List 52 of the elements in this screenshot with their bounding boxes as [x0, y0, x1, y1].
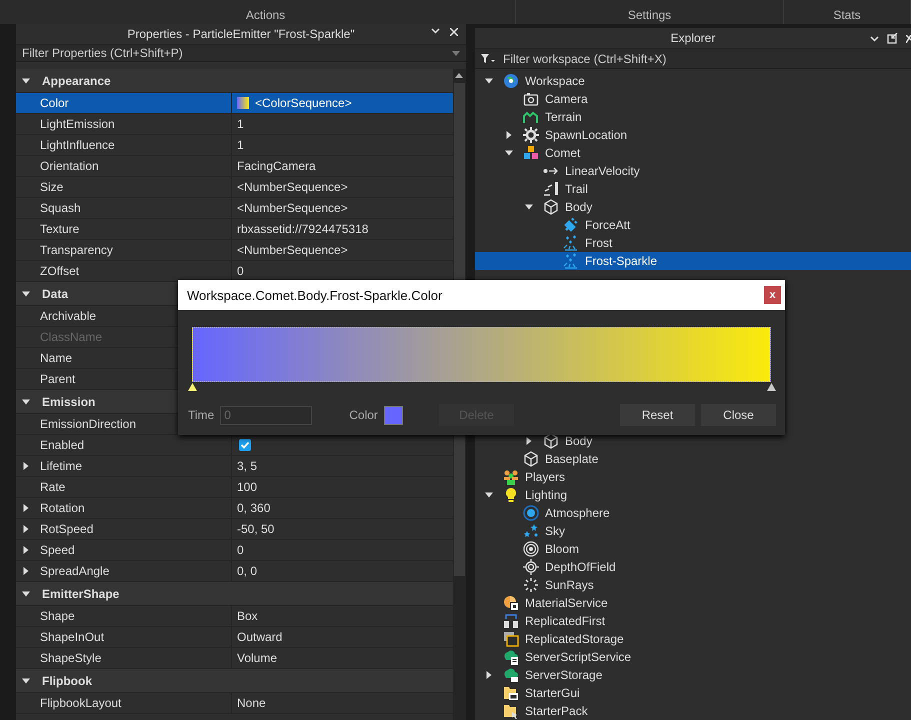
property-name: ClassName [40, 330, 102, 344]
dialog-title: Workspace.Comet.Body.Frost-Sparkle.Color [187, 288, 442, 302]
property-value: 100 [237, 480, 258, 494]
property-value: Box [237, 609, 258, 623]
property-value: 3, 5 [237, 459, 258, 473]
property-value: 0, 0 [237, 564, 258, 578]
property-name: Name [40, 351, 72, 365]
property-name: Size [40, 180, 64, 194]
property-name: Color [40, 96, 69, 110]
property-value: rbxassetid://7924475318 [237, 222, 368, 236]
property-name: Speed [40, 543, 75, 557]
property-name: Parent [40, 372, 76, 386]
ribbon-group-label: Actions [246, 8, 286, 22]
property-value: <NumberSequence> [237, 180, 348, 194]
property-value: FacingCamera [237, 159, 316, 173]
ribbon-group-label: Settings [628, 8, 672, 22]
ribbon-group-label: Stats [833, 8, 861, 22]
property-name: Rotation [40, 501, 85, 515]
property-name: Lifetime [40, 459, 82, 473]
property-name: Rate [40, 480, 66, 494]
property-name: FlipbookLayout [40, 696, 122, 710]
property-value: 1 [237, 138, 244, 152]
property-value: <ColorSequence> [255, 96, 352, 110]
panel-title: Properties - ParticleEmitter "Frost-Sparkle" [127, 27, 355, 41]
property-value: 0, 360 [237, 501, 270, 515]
property-value: 0 [237, 264, 244, 278]
property-name: ZOffset [40, 264, 80, 278]
property-name: Transparency [40, 243, 113, 257]
property-name: ShapeInOut [40, 630, 104, 644]
property-name: Archivable [40, 309, 96, 323]
property-name: LightInfluence [40, 138, 115, 152]
property-name: Orientation [40, 159, 99, 173]
property-value: <NumberSequence> [237, 243, 348, 257]
property-value: <NumberSequence> [237, 201, 348, 215]
property-name: EmissionDirection [40, 417, 136, 431]
property-name: Shape [40, 609, 75, 623]
property-value: 1 [237, 117, 244, 131]
property-value: None [237, 696, 266, 710]
property-name: Squash [40, 201, 81, 215]
field-label: Color [349, 408, 378, 422]
panel-title: Explorer [670, 31, 716, 45]
property-value: -50, 50 [237, 522, 274, 536]
property-name: Enabled [40, 438, 84, 452]
property-name: SpreadAngle [40, 564, 110, 578]
field-label: Time [188, 408, 214, 422]
property-value: Volume [237, 651, 278, 665]
property-value: 0 [237, 543, 244, 557]
property-name: LightEmission [40, 117, 115, 131]
property-name: Texture [40, 222, 80, 236]
property-name: ShapeStyle [40, 651, 102, 665]
property-value: Outward [237, 630, 282, 644]
property-name: RotSpeed [40, 522, 94, 536]
